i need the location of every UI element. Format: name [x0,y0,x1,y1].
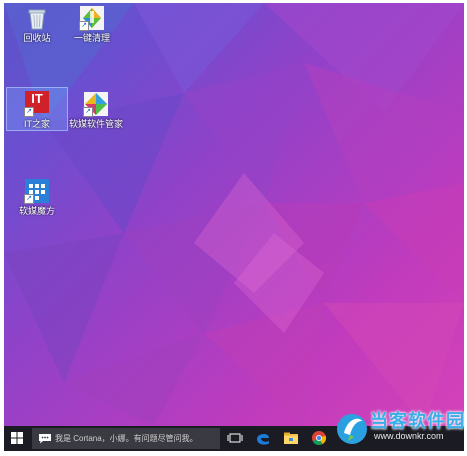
desktop-icon-one-click-clean[interactable]: ↗ 一键清理 [62,5,122,44]
recycle-bin-icon [24,5,50,31]
ithome-icon: IT ↗ [24,91,50,117]
software-manager-icon: ↗ [83,91,109,117]
rubik-cube-icon: ↗ [24,178,50,204]
windows-logo-icon [11,432,23,444]
site-watermark: 当客软件园 www.downkr.com [330,405,467,449]
task-view-button[interactable] [226,429,244,447]
shortcut-arrow-icon: ↗ [83,107,93,117]
shortcut-arrow-icon: ↗ [24,194,34,204]
desktop-icon-label: 一键清理 [73,33,110,43]
broom-cleaner-icon: ↗ [79,5,105,31]
desktop-icon-software-manager[interactable]: ↗ 软媒软件管家 [66,88,126,130]
chrome-icon [312,431,327,445]
desktop-icon-label: 回收站 [23,33,51,43]
desktop-icon-ithome[interactable]: IT ↗ IT之家 [6,87,68,131]
taskbar-app-edge[interactable] [254,429,272,447]
desktop-icon-label: 软媒魔方 [18,206,55,216]
watermark-url: www.downkr.com [374,431,444,441]
shortcut-arrow-icon: ↗ [24,107,34,117]
desktop: 回收站 ↗ 一键清理 IT ↗ IT之家 ↗ 软媒软件管家 ↗ 软媒魔方 [4,3,464,426]
desktop-icon-rubik-cube[interactable]: ↗ 软媒魔方 [7,178,67,217]
desktop-icon-label: 软媒软件管家 [68,119,123,129]
ithome-badge: IT [31,91,43,106]
downkr-logo-icon [337,414,367,444]
folder-icon [284,432,298,444]
taskbar-app-chrome[interactable] [310,429,328,447]
cortana-search-box[interactable]: 我是 Cortana，小娜。有问题尽管问我。 [32,428,220,449]
edge-icon [257,433,269,445]
desktop-icon-label: IT之家 [24,119,50,129]
wallpaper [4,3,464,426]
task-view-icon [227,433,243,443]
start-button[interactable] [4,426,30,451]
desktop-icon-recycle-bin[interactable]: 回收站 [7,5,67,44]
taskbar-app-file-explorer[interactable] [282,429,300,447]
cortana-search-placeholder: 我是 Cortana，小娜。有问题尽管问我。 [55,434,198,443]
cortana-chat-icon [39,434,51,444]
watermark-title: 当客软件园 [370,411,465,431]
shortcut-arrow-icon: ↗ [79,21,89,31]
